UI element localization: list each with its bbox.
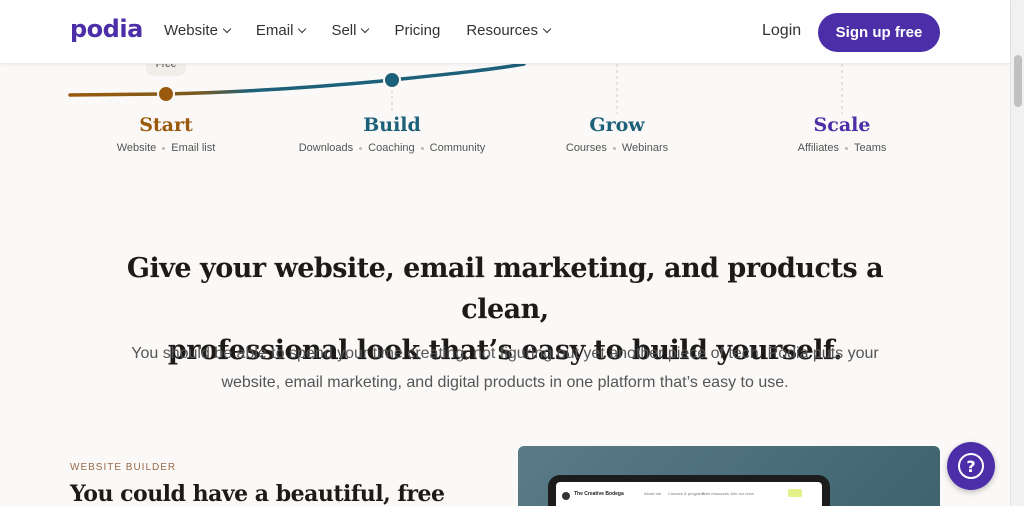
help-button[interactable]: ? — [947, 442, 995, 490]
tag: Webinars — [621, 142, 669, 154]
nav-sell-label: Sell — [331, 22, 357, 39]
stage-build: Build Downloads Coaching Community — [292, 114, 492, 154]
subtext-line-1: You should be able to spend your time cr… — [131, 345, 879, 362]
separator-dot — [420, 146, 424, 150]
stage-grow-title: Grow — [589, 114, 645, 136]
question-icon: ? — [958, 453, 984, 479]
stage-grow-tags: Courses Webinars — [517, 142, 717, 154]
preview-nav-item: About me — [644, 491, 662, 496]
tag: Coaching — [368, 142, 415, 154]
site-header: podia Website Email Sell Pricing Resourc… — [0, 0, 1010, 64]
nav-pricing-label: Pricing — [394, 22, 441, 39]
hero-subtext: You should be able to spend your time cr… — [90, 339, 920, 397]
stage-scale-title: Scale — [813, 114, 871, 136]
stage-scale: Scale Affiliates Teams — [742, 114, 942, 154]
nav-email-label: Email — [255, 22, 294, 39]
tag: Affiliates — [797, 142, 839, 154]
signup-button[interactable]: Sign up free — [818, 13, 940, 52]
section-title: You could have a beautiful, free — [70, 481, 445, 506]
stage-start: Start Website Email list — [66, 114, 266, 154]
timeline-curve — [68, 64, 526, 97]
preview-button — [788, 489, 802, 497]
preview-brand: The Creative Bodega — [574, 491, 624, 497]
tag: Courses — [565, 142, 607, 154]
scrollbar-thumb[interactable] — [1014, 55, 1022, 107]
podia-logo[interactable]: podia — [70, 15, 143, 43]
separator-dot — [844, 146, 848, 150]
nav-sell[interactable]: Sell — [331, 22, 370, 39]
chevron-down-icon — [222, 24, 232, 33]
separator-dot — [359, 146, 363, 150]
tag: Teams — [853, 142, 887, 154]
stage-start-tags: Website Email list — [66, 142, 266, 154]
build-node — [383, 71, 401, 89]
separator-dot — [612, 146, 616, 150]
stage-build-tags: Downloads Coaching Community — [292, 142, 492, 154]
preview-nav-item: Courses & programs — [668, 491, 705, 496]
nav-resources[interactable]: Resources — [466, 22, 552, 39]
section-eyebrow: WEBSITE BUILDER — [70, 462, 177, 473]
website-preview-image: The Creative Bodega About me Courses & p… — [518, 446, 940, 506]
stage-scale-tags: Affiliates Teams — [742, 142, 942, 154]
tag: Community — [429, 142, 486, 154]
start-node — [157, 85, 175, 103]
nav-resources-label: Resources — [466, 22, 539, 39]
page-scrollbar[interactable] — [1010, 0, 1024, 506]
tablet-frame: The Creative Bodega About me Courses & p… — [548, 475, 830, 506]
chevron-down-icon — [361, 24, 370, 33]
tag: Downloads — [298, 142, 354, 154]
stage-build-title: Build — [363, 114, 421, 136]
subtext-line-2: website, email marketing, and digital pr… — [221, 374, 789, 391]
chevron-down-icon — [542, 24, 552, 33]
preview-nav-item: Join our crew — [730, 491, 754, 496]
preview-nav-item: Free resources — [702, 491, 729, 496]
stage-grow: Grow Courses Webinars — [517, 114, 717, 154]
nav-pricing[interactable]: Pricing — [394, 22, 440, 39]
main-nav: Website Email Sell Pricing Resources — [164, 22, 576, 39]
nav-website-label: Website — [164, 22, 218, 39]
chevron-down-icon — [298, 24, 307, 33]
preview-logo-icon — [562, 492, 570, 500]
nav-website[interactable]: Website — [164, 22, 232, 39]
stage-start-title: Start — [139, 114, 193, 136]
headline-line-1: Give your website, email marketing, and … — [126, 253, 884, 325]
tag: Website — [116, 142, 157, 154]
login-link[interactable]: Login — [762, 22, 801, 40]
tablet-screen: The Creative Bodega About me Courses & p… — [556, 482, 822, 506]
separator-dot — [162, 146, 166, 150]
tag: Email list — [171, 142, 216, 154]
nav-email[interactable]: Email — [255, 22, 307, 39]
